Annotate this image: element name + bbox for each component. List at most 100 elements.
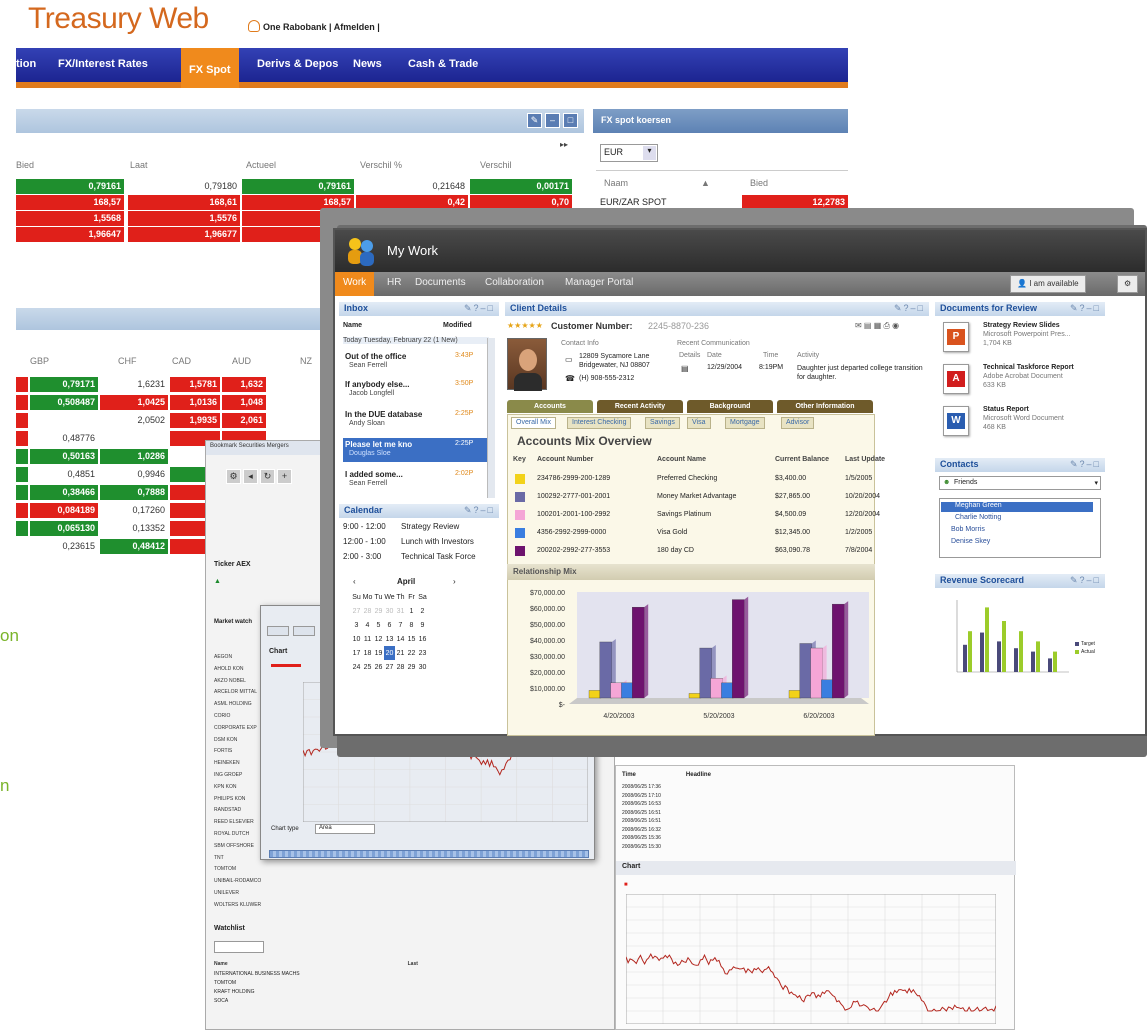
pdf-icon[interactable]: A (943, 364, 969, 394)
tab-collaboration[interactable]: Collaboration (485, 277, 544, 288)
watchlist-row[interactable]: SOCA (214, 998, 228, 1004)
contact-name[interactable]: Denise Skey (951, 538, 990, 545)
calendar-day[interactable]: 31 (395, 604, 406, 618)
stock-name[interactable]: PHILIPS KON (214, 796, 245, 802)
chart-type-select[interactable]: Area (315, 824, 375, 834)
stock-name[interactable]: ASML HOLDING (214, 701, 252, 707)
forward-icon[interactable]: ▸▸ (560, 140, 568, 149)
nav-tab-news[interactable]: News (353, 58, 382, 70)
watchlist-row[interactable]: KRAFT HOLDING (214, 989, 254, 995)
event-title[interactable]: Lunch with Investors (401, 537, 474, 546)
calendar-day[interactable]: 19 (373, 646, 384, 660)
minimize-icon[interactable]: – (545, 113, 560, 128)
availability-button[interactable]: 👤 I am available (1010, 275, 1086, 293)
contacts-group-select[interactable]: Friends ☻ ▾ (939, 476, 1101, 490)
watchlist-row[interactable]: TOMTOM (214, 980, 236, 986)
client-tools-icon[interactable]: ✉ ▤ ▦ ⎙ ◉ (855, 321, 899, 331)
word-icon[interactable]: W (943, 406, 969, 436)
contact-name[interactable]: Meghan Green (955, 502, 1002, 509)
account-number[interactable]: 234786-2999-200-1289 (537, 475, 610, 482)
add-icon[interactable]: + (277, 469, 292, 484)
stock-name[interactable]: ROYAL DUTCH (214, 831, 249, 837)
section-tab[interactable]: Background (687, 400, 773, 413)
sub-tab[interactable]: Visa (687, 417, 711, 429)
news-time[interactable]: 2008/06/25 16:51 (622, 818, 661, 824)
sub-tab[interactable]: Mortgage (725, 417, 765, 429)
tab-work[interactable]: Work (335, 272, 375, 296)
calendar-day[interactable]: 1 (406, 604, 417, 618)
stock-name[interactable]: ING GROEP (214, 772, 242, 778)
prev-month-icon[interactable]: ‹ (353, 577, 356, 586)
news-time[interactable]: 2008/06/25 15:36 (622, 835, 661, 841)
watchlist-select[interactable] (214, 941, 264, 953)
stock-name[interactable]: ARCELOR MITTAL (214, 689, 257, 695)
stock-name[interactable]: AKZO NOBEL (214, 678, 246, 684)
chart-scrollbar[interactable] (269, 850, 589, 858)
calendar-day[interactable]: 10 (351, 632, 362, 646)
chart-tab-2[interactable] (293, 626, 315, 636)
stock-name[interactable]: KPN KON (214, 784, 237, 790)
edit-icon[interactable]: ✎ (527, 113, 542, 128)
calendar-day[interactable]: 25 (362, 660, 373, 674)
inbox-subject[interactable]: If anybody else... (345, 380, 409, 389)
news-time[interactable]: 2008/06/25 17:10 (622, 793, 661, 799)
news-time[interactable]: 2008/06/25 16:32 (622, 827, 661, 833)
news-time[interactable]: 2008/06/25 16:53 (622, 801, 661, 807)
sub-tab[interactable]: Savings (645, 417, 680, 429)
calendar-day[interactable]: 3 (351, 618, 362, 632)
calendar-day[interactable]: 12 (373, 632, 384, 646)
calendar-day[interactable]: 11 (362, 632, 373, 646)
calendar-day[interactable]: 28 (362, 604, 373, 618)
calendar-day[interactable]: 16 (417, 632, 428, 646)
sort-icon[interactable]: ▲ (701, 178, 710, 188)
stock-name[interactable]: UNIBAIL-RODAMCO (214, 878, 261, 884)
calendar-day-selected[interactable]: 20 (384, 646, 395, 660)
treasury-userbar[interactable]: One Rabobank | Afmelden | (248, 20, 380, 32)
nav-tab-tion[interactable]: tion (16, 58, 36, 70)
document-title[interactable]: Technical Taskforce Report (983, 364, 1074, 371)
calendar-day[interactable]: 27 (384, 660, 395, 674)
stock-name[interactable]: UNILEVER (214, 890, 239, 896)
maximize-icon[interactable]: □ (563, 113, 578, 128)
calendar-day[interactable]: 2 (417, 604, 428, 618)
panel-controls-icon[interactable]: ✎?–□ (1070, 575, 1101, 586)
panel-controls-icon[interactable]: ✎?–□ (464, 303, 495, 314)
contact-name[interactable]: Bob Morris (951, 526, 985, 533)
tab-hr[interactable]: HR (387, 277, 401, 288)
stock-name[interactable]: CORPORATE EXP (214, 725, 257, 731)
calendar-day[interactable]: 8 (406, 618, 417, 632)
inbox-subject[interactable]: I added some... (345, 470, 403, 479)
stock-name[interactable]: HEINEKEN (214, 760, 240, 766)
panel-controls-icon[interactable]: ✎?–□ (1070, 459, 1101, 470)
calendar-day[interactable]: 29 (373, 604, 384, 618)
stock-name[interactable]: FORTIS (214, 748, 232, 754)
contact-name[interactable]: Charlie Notting (955, 514, 1001, 521)
account-number[interactable]: 100292-2777-001-2001 (537, 493, 610, 500)
panel-controls-icon[interactable]: ✎?–□ (894, 303, 925, 314)
stock-name[interactable]: RANDSTAD (214, 807, 241, 813)
calendar-day[interactable]: 5 (373, 618, 384, 632)
account-number[interactable]: 4356-2992-2999-0000 (537, 529, 606, 536)
calendar-day[interactable]: 24 (351, 660, 362, 674)
panel-controls-icon[interactable]: ✎?–□ (464, 505, 495, 516)
sub-tab[interactable]: Interest Checking (567, 417, 632, 429)
stock-name[interactable]: SBM OFFSHORE (214, 843, 254, 849)
calendar-day[interactable]: 26 (373, 660, 384, 674)
calendar-day[interactable]: 13 (384, 632, 395, 646)
refresh-icon[interactable]: ↻ (260, 469, 275, 484)
nav-tab-fx-spot[interactable]: FX Spot (181, 48, 239, 88)
calendar-day[interactable]: 22 (406, 646, 417, 660)
calendar-day[interactable]: 28 (395, 660, 406, 674)
back-icon[interactable]: ◂ (243, 469, 258, 484)
settings-icon[interactable]: ⚙ (226, 469, 241, 484)
calendar-day[interactable]: 15 (406, 632, 417, 646)
inbox-scrollbar[interactable] (487, 338, 495, 498)
calendar-day[interactable]: 23 (417, 646, 428, 660)
currency-select[interactable]: EUR ▾ (600, 144, 658, 162)
news-time[interactable]: 2008/06/25 17:36 (622, 784, 661, 790)
news-time[interactable]: 2008/06/25 15:30 (622, 844, 661, 850)
calendar-day[interactable]: 30 (384, 604, 395, 618)
news-time[interactable]: 2008/06/25 16:51 (622, 810, 661, 816)
stock-name[interactable]: AEGON (214, 654, 232, 660)
tab-documents[interactable]: Documents (415, 277, 466, 288)
